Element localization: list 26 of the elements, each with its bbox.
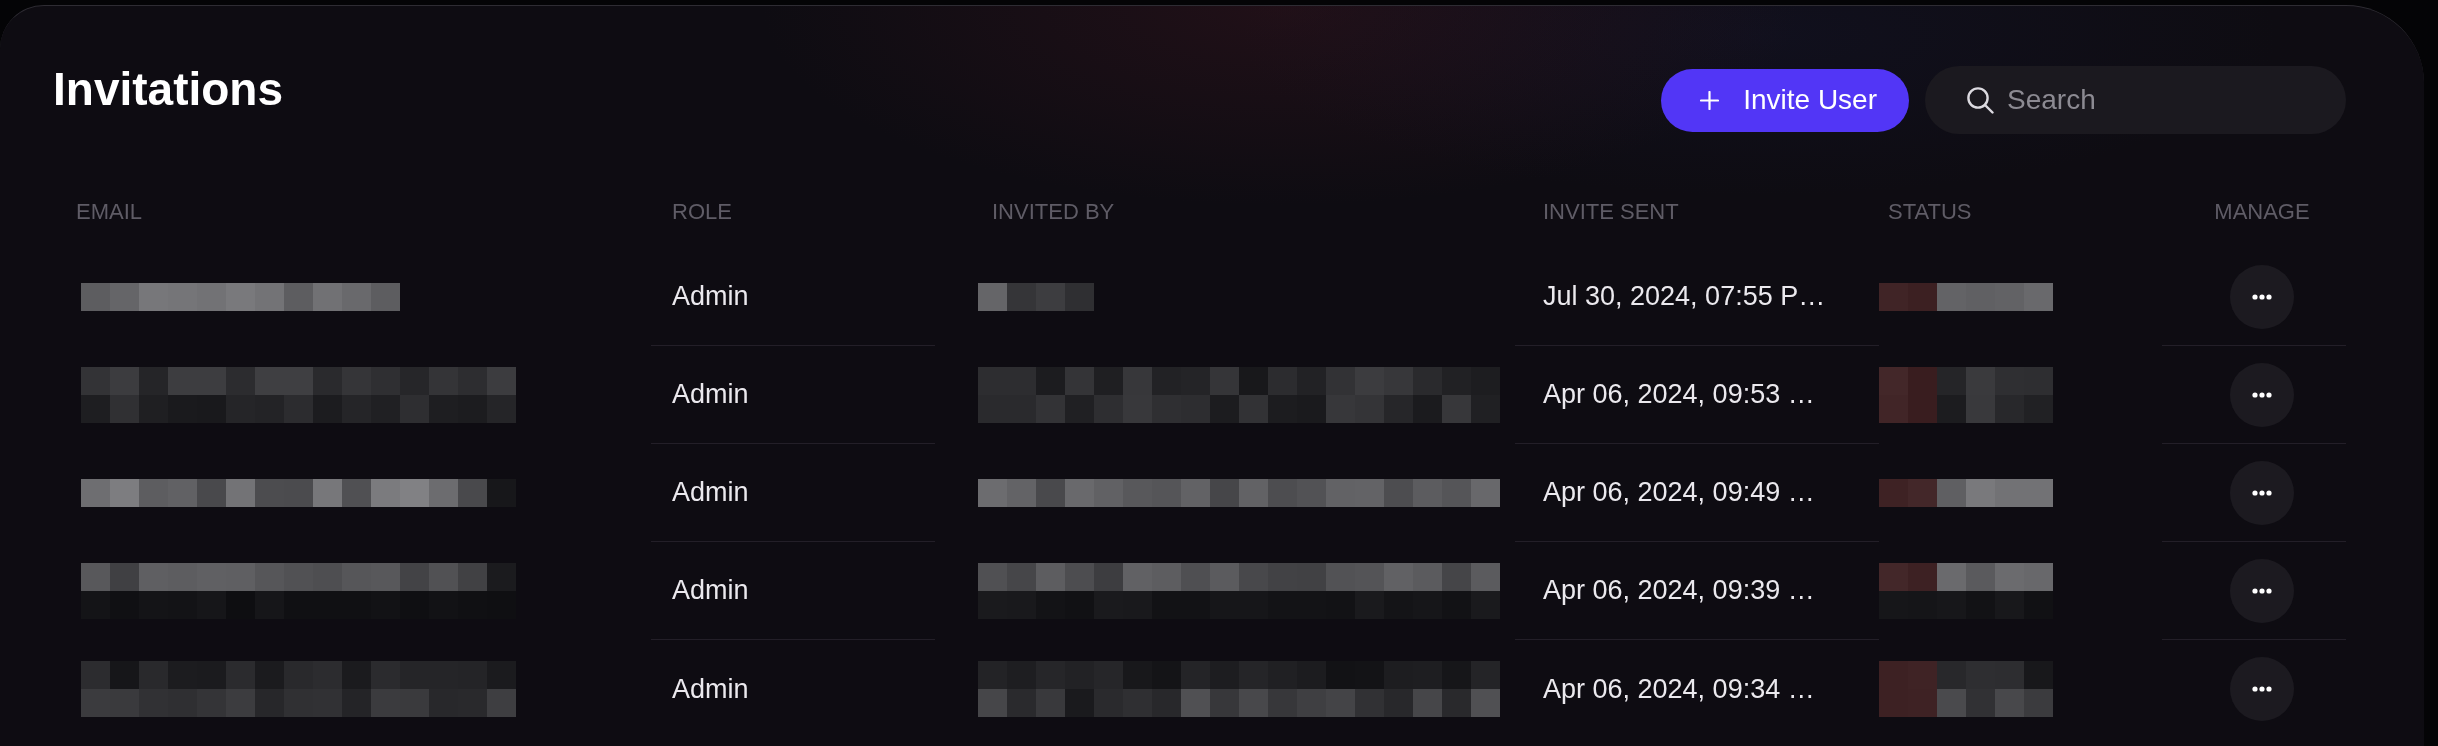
more-icon	[2252, 293, 2272, 300]
column-header: INVITED BY	[992, 199, 1115, 224]
column-header: INVITE SENT	[1543, 199, 1679, 224]
page-title: Invitations	[53, 66, 284, 112]
search-field[interactable]: Search	[1925, 66, 2346, 134]
more-icon	[2252, 391, 2272, 398]
column-header: EMAIL	[76, 199, 143, 224]
invite-sent-date: Apr 06, 2024, 09:53 …	[1543, 379, 1815, 410]
invite-sent-date: Jul 30, 2024, 07:55 P…	[1543, 281, 1826, 312]
role-text: Admin	[672, 379, 749, 410]
role-text: Admin	[672, 673, 749, 705]
more-icon	[2252, 587, 2272, 594]
more-icon	[2252, 489, 2272, 496]
search-icon	[1966, 86, 1994, 114]
column-header: STATUS	[1888, 199, 1972, 224]
plus-icon	[1700, 90, 1720, 110]
column-header: ROLE	[672, 199, 732, 224]
more-icon	[2252, 686, 2272, 692]
invite-sent-date: Apr 06, 2024, 09:49 …	[1543, 477, 1815, 508]
role-text: Admin	[672, 281, 749, 312]
role-text: Admin	[672, 575, 749, 606]
invite-sent-date: Apr 06, 2024, 09:39 …	[1543, 575, 1815, 606]
column-header: MANAGE	[2214, 199, 2310, 225]
role-text: Admin	[672, 477, 749, 508]
invite-sent-date: Apr 06, 2024, 09:34 …	[1543, 673, 1815, 705]
invite-user-button[interactable]: Invite User	[1661, 68, 1909, 132]
